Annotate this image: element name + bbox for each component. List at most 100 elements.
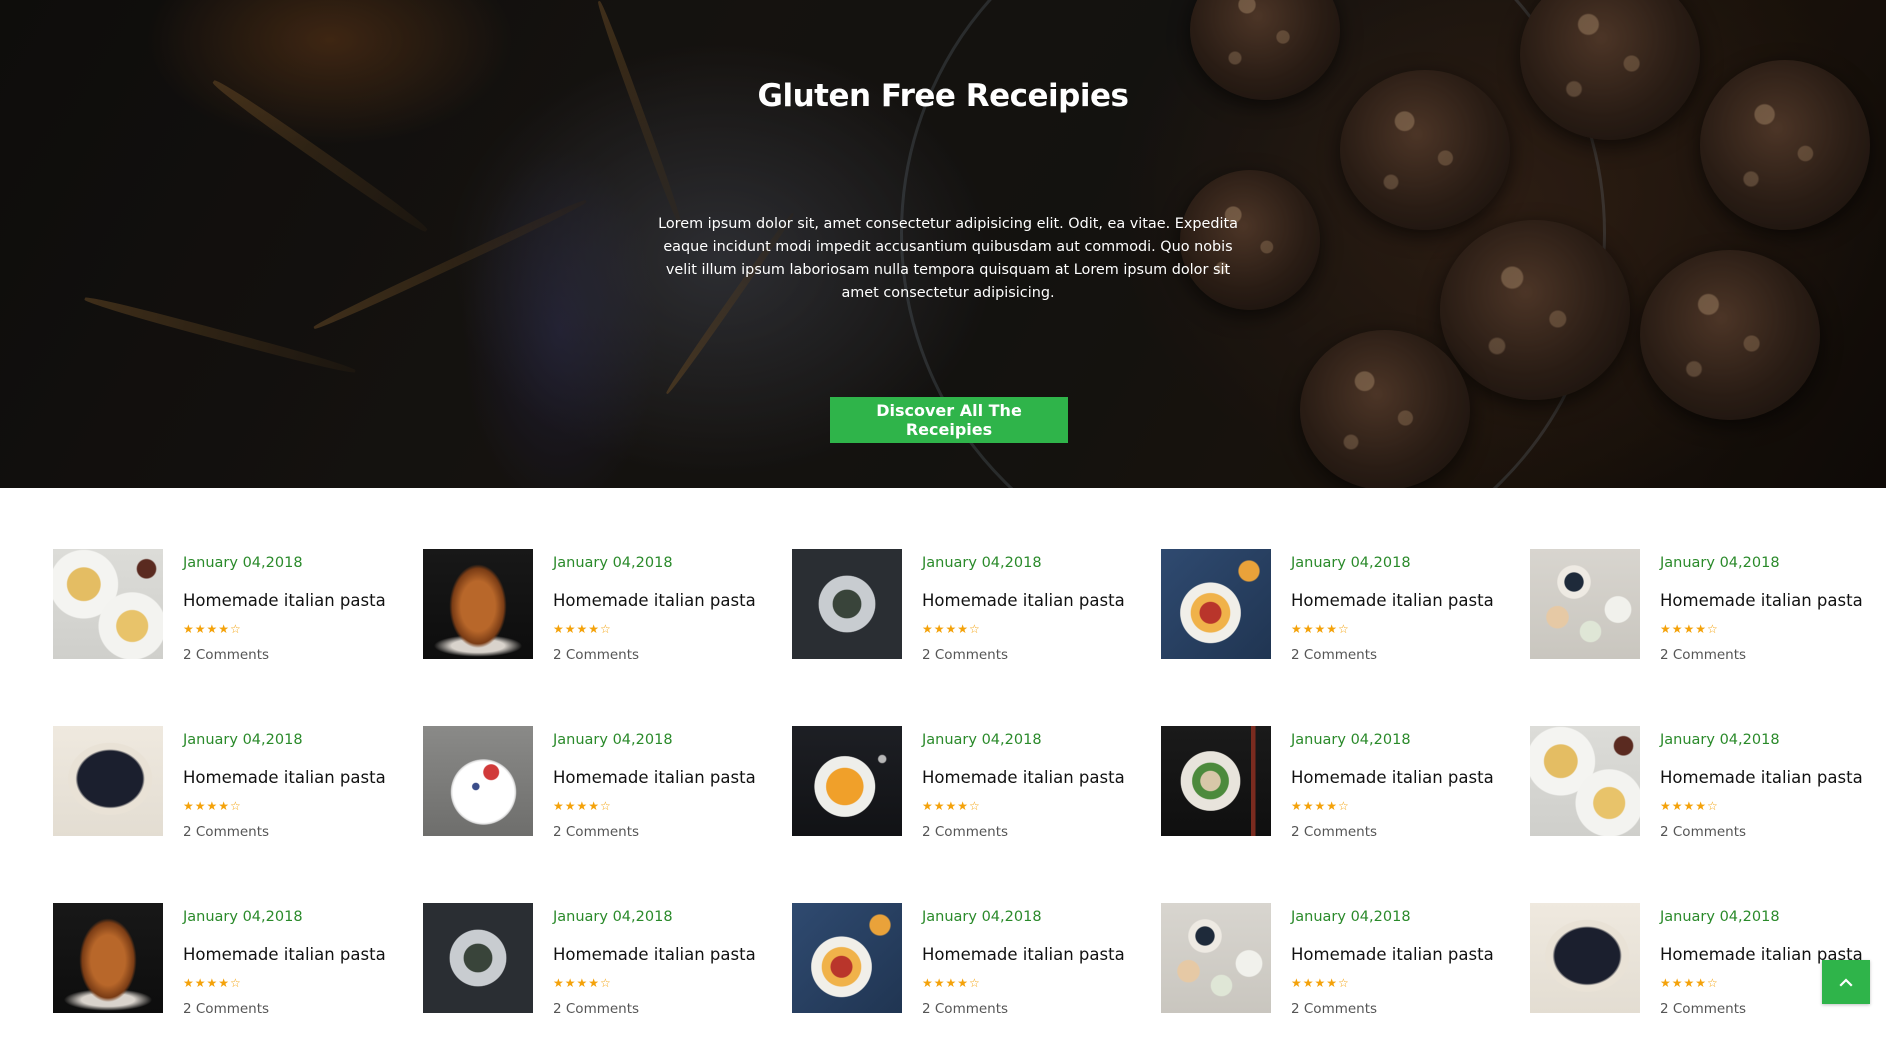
recipe-comments-count[interactable]: 2 Comments: [1291, 1001, 1377, 1017]
recipe-rating-stars: ★★★★☆: [1660, 622, 1719, 636]
recipe-rating-stars: ★★★★☆: [553, 799, 612, 813]
recipe-comments-count[interactable]: 2 Comments: [553, 647, 639, 663]
recipe-card[interactable]: January 04,2018 Homemade italian pasta ★★★…: [1161, 726, 1501, 840]
recipe-rating-stars: ★★★★☆: [1660, 976, 1719, 990]
recipe-title-link[interactable]: Homemade italian pasta: [922, 945, 1125, 964]
recipe-card[interactable]: January 04,2018 Homemade italian pasta ★★★…: [423, 903, 763, 1017]
recipe-title-link[interactable]: Homemade italian pasta: [553, 945, 756, 964]
recipe-thumbnail[interactable]: [1161, 549, 1271, 659]
recipe-title-link[interactable]: Homemade italian pasta: [553, 591, 756, 610]
recipe-comments-count[interactable]: 2 Comments: [922, 824, 1008, 840]
recipe-image: [423, 903, 533, 1013]
recipe-thumbnail[interactable]: [792, 549, 902, 659]
recipe-rating-stars: ★★★★☆: [1660, 799, 1719, 813]
recipe-card[interactable]: January 04,2018 Homemade italian pasta ★★★…: [1161, 903, 1501, 1017]
recipe-date: January 04,2018: [922, 909, 1042, 925]
recipe-date: January 04,2018: [183, 909, 303, 925]
recipe-date: January 04,2018: [922, 732, 1042, 748]
recipe-date: January 04,2018: [1660, 732, 1780, 748]
recipe-card[interactable]: January 04,2018 Homemade italian pasta ★★★…: [792, 726, 1132, 840]
recipe-card[interactable]: January 04,2018 Homemade italian pasta ★★★…: [53, 903, 393, 1017]
recipe-title-link[interactable]: Homemade italian pasta: [1660, 591, 1863, 610]
recipe-title-link[interactable]: Homemade italian pasta: [1291, 591, 1494, 610]
recipe-date: January 04,2018: [1291, 732, 1411, 748]
recipe-rating-stars: ★★★★☆: [553, 622, 612, 636]
recipe-card[interactable]: January 04,2018 Homemade italian pasta ★★★…: [423, 726, 763, 840]
recipe-thumbnail[interactable]: [1161, 726, 1271, 836]
recipe-image: [1530, 903, 1640, 1013]
recipe-title-link[interactable]: Homemade italian pasta: [922, 591, 1125, 610]
recipe-card[interactable]: January 04,2018 Homemade italian pasta ★★★…: [53, 549, 393, 663]
recipe-thumbnail[interactable]: [423, 549, 533, 659]
recipe-image: [53, 903, 163, 1013]
recipe-grid: January 04,2018 Homemade italian pasta ★★★…: [0, 488, 1886, 1044]
recipe-card[interactable]: January 04,2018 Homemade italian pasta ★★★…: [1161, 549, 1501, 663]
recipe-card[interactable]: January 04,2018 Homemade italian pasta ★★★…: [1530, 549, 1870, 663]
recipe-image: [1161, 903, 1271, 1013]
recipe-date: January 04,2018: [922, 555, 1042, 571]
recipe-comments-count[interactable]: 2 Comments: [553, 1001, 639, 1017]
recipe-thumbnail[interactable]: [1530, 903, 1640, 1013]
recipe-title-link[interactable]: Homemade italian pasta: [1660, 768, 1863, 787]
recipe-image: [1161, 549, 1271, 659]
recipe-thumbnail[interactable]: [792, 903, 902, 1013]
recipe-card[interactable]: January 04,2018 Homemade italian pasta ★★★…: [792, 549, 1132, 663]
recipe-thumbnail[interactable]: [1161, 903, 1271, 1013]
recipe-rating-stars: ★★★★☆: [183, 799, 242, 813]
recipe-card[interactable]: January 04,2018 Homemade italian pasta ★★★…: [1530, 726, 1870, 840]
recipe-thumbnail[interactable]: [53, 726, 163, 836]
recipe-thumbnail[interactable]: [1530, 549, 1640, 659]
recipe-date: January 04,2018: [553, 909, 673, 925]
recipe-comments-count[interactable]: 2 Comments: [1660, 824, 1746, 840]
recipe-comments-count[interactable]: 2 Comments: [1660, 647, 1746, 663]
recipe-image: [423, 549, 533, 659]
recipe-comments-count[interactable]: 2 Comments: [1660, 1001, 1746, 1017]
recipe-date: January 04,2018: [183, 555, 303, 571]
recipe-thumbnail[interactable]: [53, 903, 163, 1013]
recipe-comments-count[interactable]: 2 Comments: [922, 647, 1008, 663]
recipe-image: [53, 726, 163, 836]
recipe-title-link[interactable]: Homemade italian pasta: [1291, 768, 1494, 787]
recipe-comments-count[interactable]: 2 Comments: [1291, 647, 1377, 663]
recipe-image: [1530, 549, 1640, 659]
recipe-thumbnail[interactable]: [1530, 726, 1640, 836]
recipe-comments-count[interactable]: 2 Comments: [922, 1001, 1008, 1017]
recipe-date: January 04,2018: [1291, 909, 1411, 925]
recipe-title-link[interactable]: Homemade italian pasta: [183, 768, 386, 787]
recipe-thumbnail[interactable]: [53, 549, 163, 659]
recipe-card[interactable]: January 04,2018 Homemade italian pasta ★★★…: [423, 549, 763, 663]
recipe-comments-count[interactable]: 2 Comments: [1291, 824, 1377, 840]
hero-section: Gluten Free Receipies Lorem ipsum dolor …: [0, 0, 1886, 488]
recipe-comments-count[interactable]: 2 Comments: [183, 824, 269, 840]
recipe-title-link[interactable]: Homemade italian pasta: [553, 768, 756, 787]
recipe-rating-stars: ★★★★☆: [183, 622, 242, 636]
recipe-rating-stars: ★★★★☆: [1291, 622, 1350, 636]
recipe-thumbnail[interactable]: [423, 903, 533, 1013]
recipe-title-link[interactable]: Homemade italian pasta: [183, 591, 386, 610]
recipe-title-link[interactable]: Homemade italian pasta: [183, 945, 386, 964]
recipe-image: [423, 726, 533, 836]
recipe-title-link[interactable]: Homemade italian pasta: [1291, 945, 1494, 964]
recipe-date: January 04,2018: [183, 732, 303, 748]
recipe-title-link[interactable]: Homemade italian pasta: [922, 768, 1125, 787]
recipe-image: [792, 903, 902, 1013]
recipe-date: January 04,2018: [1291, 555, 1411, 571]
recipe-rating-stars: ★★★★☆: [922, 976, 981, 990]
recipe-comments-count[interactable]: 2 Comments: [183, 1001, 269, 1017]
recipe-thumbnail[interactable]: [423, 726, 533, 836]
hero-description: Lorem ipsum dolor sit, amet consectetur …: [658, 216, 1238, 301]
recipe-card[interactable]: January 04,2018 Homemade italian pasta ★★★…: [1530, 903, 1870, 1017]
discover-recipes-button[interactable]: Discover All The Receipies: [830, 397, 1068, 443]
recipe-comments-count[interactable]: 2 Comments: [553, 824, 639, 840]
recipe-thumbnail[interactable]: [792, 726, 902, 836]
recipe-rating-stars: ★★★★☆: [183, 976, 242, 990]
recipe-card[interactable]: January 04,2018 Homemade italian pasta ★★★…: [792, 903, 1132, 1017]
recipe-rating-stars: ★★★★☆: [553, 976, 612, 990]
chevron-up-icon: [1839, 978, 1853, 987]
recipe-image: [792, 549, 902, 659]
scroll-to-top-button[interactable]: [1822, 960, 1870, 1004]
recipe-comments-count[interactable]: 2 Comments: [183, 647, 269, 663]
recipe-card[interactable]: January 04,2018 Homemade italian pasta ★★★…: [53, 726, 393, 840]
recipe-image: [1530, 726, 1640, 836]
recipe-image: [792, 726, 902, 836]
